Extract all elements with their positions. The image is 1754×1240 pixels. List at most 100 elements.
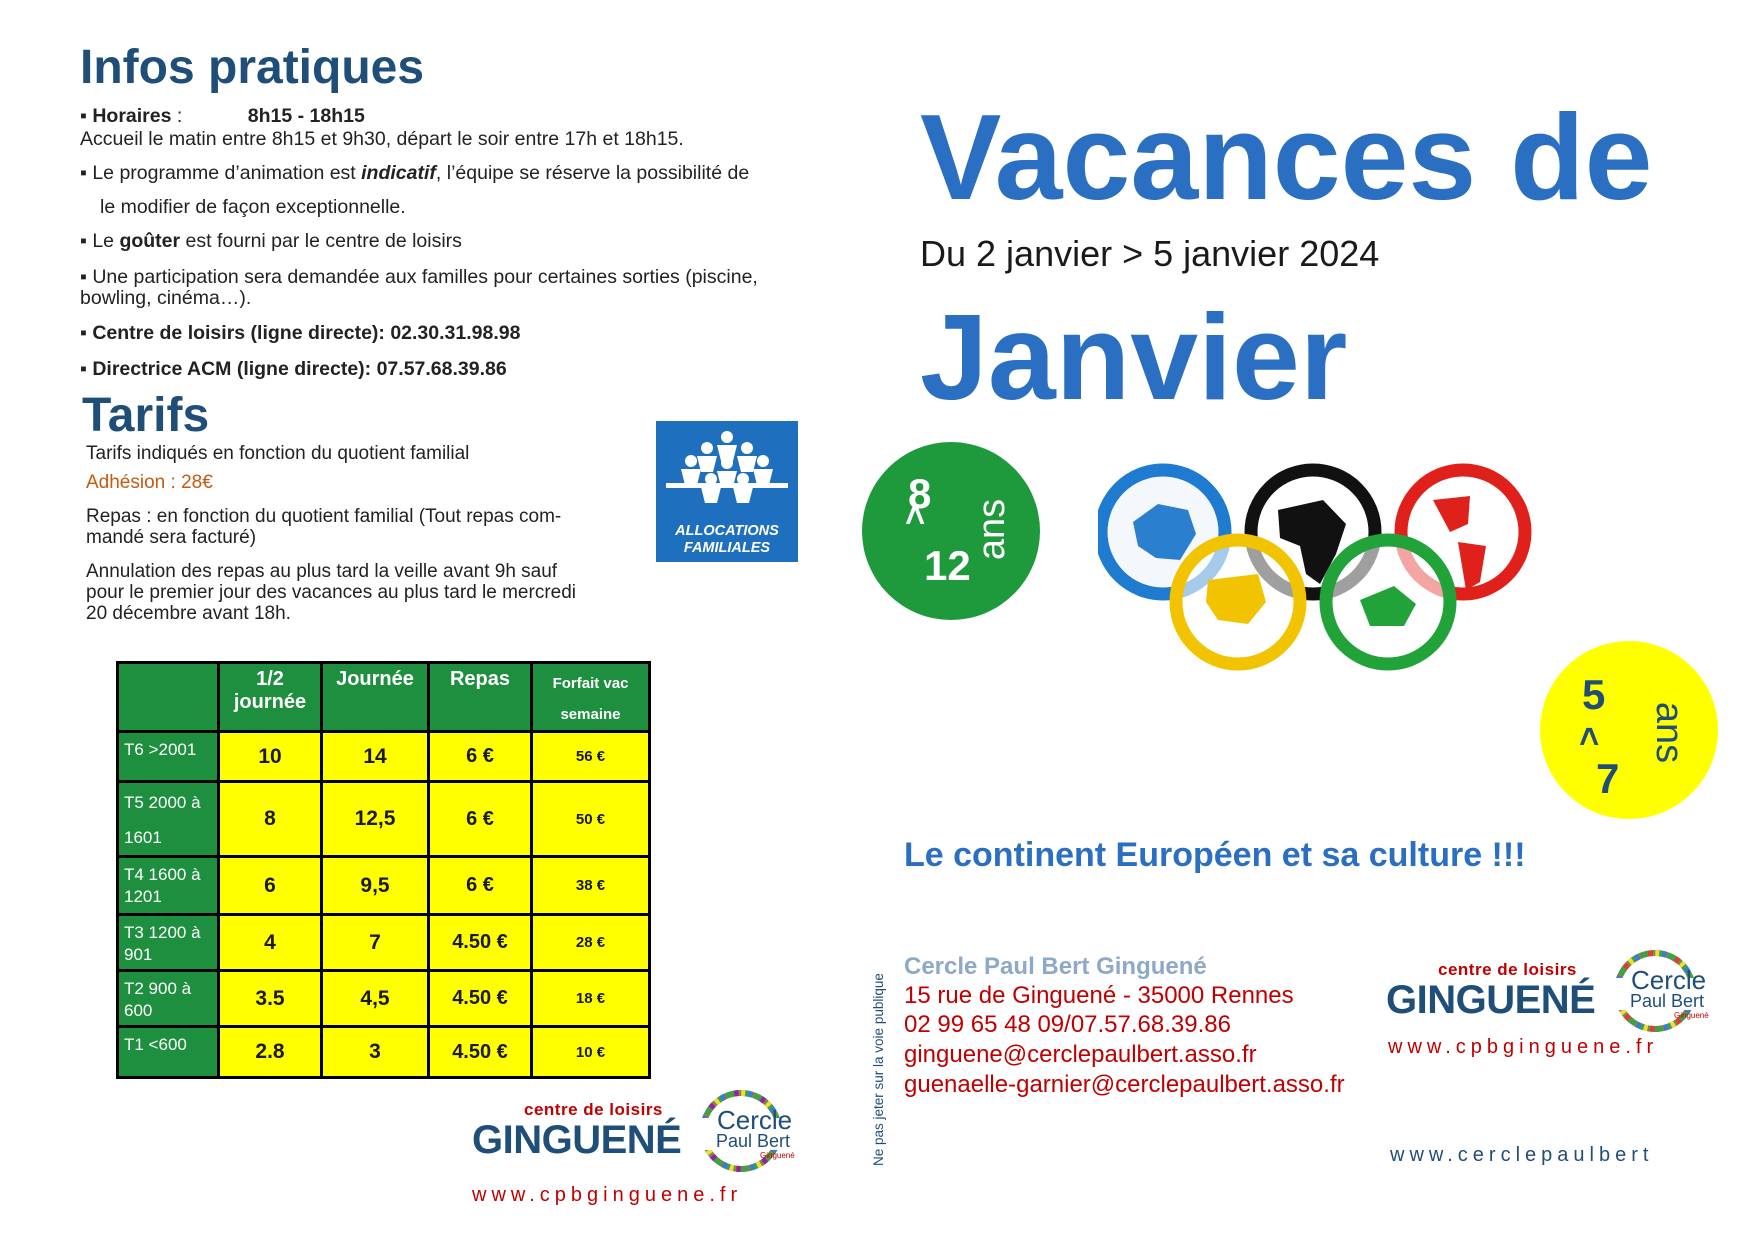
age-sep-younger: > bbox=[1570, 726, 1609, 747]
gouter-emphasis: goûter bbox=[119, 230, 181, 252]
row-label-line2: 1201 bbox=[124, 887, 162, 906]
tarifs-table: 1/2 journée Journée Repas Forfait vac se… bbox=[116, 661, 651, 1079]
vertical-note: Ne pas jeter sur la voie publique bbox=[871, 973, 886, 1166]
infos-title: Infos pratiques bbox=[80, 41, 425, 94]
row-label-line1: T2 900 à bbox=[124, 979, 192, 998]
age-badge-8-12: > 8 12 ans bbox=[862, 442, 1040, 620]
contact-name: Cercle Paul Bert Ginguené bbox=[904, 953, 1207, 980]
age-unit-older: ans bbox=[971, 498, 1014, 561]
cell-repas: 6 € bbox=[427, 730, 533, 783]
cell-demi: 2.8 bbox=[217, 1025, 323, 1079]
cell-repas: 6 € bbox=[427, 780, 533, 858]
theme-text: Le continent Européen et sa culture !!! bbox=[904, 836, 1526, 874]
cell-journee: 14 bbox=[320, 730, 430, 783]
logo-ginguene-right: GINGUENÉ bbox=[1386, 978, 1596, 1022]
row-label: T3 1200 à 901 bbox=[116, 913, 220, 972]
tarifs-intro: Tarifs indiqués en fonction du quotient … bbox=[86, 443, 470, 464]
age-to-older: 12 bbox=[924, 542, 971, 589]
row-label: T4 1600 à 1201 bbox=[116, 855, 220, 916]
header-forfait-line2: semaine bbox=[560, 706, 621, 723]
repas-text-1: Repas : en fonction du quotient familial… bbox=[86, 506, 562, 527]
cell-journee: 7 bbox=[320, 913, 430, 972]
row-label: T2 900 à 600 bbox=[116, 969, 220, 1028]
cell-repas: 4.50 € bbox=[427, 1025, 533, 1079]
logo-ginguene: GINGUENÉ bbox=[472, 1118, 682, 1162]
hero-title-line2: Janvier bbox=[920, 289, 1348, 425]
programme-emphasis: indicatif bbox=[361, 162, 436, 184]
tarifs-title: Tarifs bbox=[82, 389, 210, 442]
horaires-value: 8h15 - 18h15 bbox=[247, 105, 365, 127]
row-label-line2: 600 bbox=[124, 1001, 153, 1020]
cell-repas: 4.50 € bbox=[427, 913, 533, 972]
cell-journee: 9,5 bbox=[320, 855, 430, 916]
logo-ginguene-small-right: Ginguené bbox=[1674, 1011, 1709, 1020]
cell-repas: 4.50 € bbox=[427, 969, 533, 1028]
programme-line: ▪ Le programme d’animation est indicatif… bbox=[80, 162, 749, 184]
cell-forfait: 56 € bbox=[530, 730, 651, 783]
table-header-empty bbox=[116, 661, 220, 733]
annulation-text-2: pour le premier jour des vacances au plu… bbox=[86, 582, 577, 603]
logo-ginguene-small: Ginguené bbox=[760, 1151, 795, 1160]
row-label-line2: 901 bbox=[124, 945, 153, 964]
gouter-text-a: ▪ Le bbox=[80, 230, 120, 252]
cell-demi: 3.5 bbox=[217, 969, 323, 1028]
logo-paul-bert-right: Paul Bert bbox=[1630, 991, 1705, 1011]
table-row: T4 1600 à 1201 6 9,5 6 € 38 € bbox=[116, 855, 651, 916]
row-label: T6 >2001 bbox=[116, 730, 220, 783]
logo-website-link[interactable]: www.cpbginguene.fr bbox=[472, 1184, 742, 1207]
repas-text-2: mandé sera facturé) bbox=[86, 527, 257, 548]
header-demi-line1: 1/2 bbox=[256, 668, 284, 690]
table-header-repas: Repas bbox=[427, 661, 533, 733]
age-to-younger: 7 bbox=[1596, 755, 1620, 802]
cell-repas: 6 € bbox=[427, 855, 533, 916]
contact-email-2[interactable]: guenaelle-garnier@cerclepaulbert.asso.fr bbox=[904, 1071, 1345, 1099]
cell-forfait: 28 € bbox=[530, 913, 651, 972]
horaires-colon: : bbox=[171, 105, 183, 127]
table-row: T1 <600 2.8 3 4.50 € 10 € bbox=[116, 1025, 651, 1079]
table-header-forfait: Forfait vac semaine bbox=[530, 661, 651, 733]
header-demi-line2: journée bbox=[233, 691, 307, 713]
annulation-text-1: Annulation des repas au plus tard la vei… bbox=[86, 561, 558, 582]
row-label-line1: T4 1600 à bbox=[124, 865, 201, 884]
caf-logo-text: ALLOCATIONS FAMILIALES bbox=[656, 523, 798, 557]
logo-website-link-right[interactable]: www.cpbginguene.fr bbox=[1388, 1036, 1658, 1059]
cell-forfait: 10 € bbox=[530, 1025, 651, 1079]
age-from-younger: 5 bbox=[1582, 671, 1606, 718]
hero-title-line1: Vacances de bbox=[920, 89, 1653, 225]
centre-phone: ▪ Centre de loisirs (ligne directe): 02.… bbox=[80, 322, 521, 344]
caf-people-icon bbox=[666, 431, 788, 503]
logo-centre-de-loisirs: centre de loisirs bbox=[524, 1100, 663, 1119]
age-badge-5-7: > 5 7 ans bbox=[1540, 641, 1718, 819]
caf-logo-line1: ALLOCATIONS bbox=[675, 523, 779, 539]
contact-email-1[interactable]: ginguene@cerclepaulbert.asso.fr bbox=[904, 1041, 1257, 1069]
row-label-line1: T6 >2001 bbox=[124, 740, 197, 759]
programme-line-2: le modifier de façon exceptionnelle. bbox=[100, 196, 406, 218]
accueil-text: Accueil le matin entre 8h15 et 9h30, dép… bbox=[80, 128, 684, 150]
table-header-journee: Journée bbox=[320, 661, 430, 733]
gouter-text-c: est fourni par le centre de loisirs bbox=[180, 230, 462, 252]
table-header-demi: 1/2 journée bbox=[217, 661, 323, 733]
participation-line-2: bowling, cinéma…). bbox=[80, 287, 252, 309]
table-row: T5 2000 à 1601 8 12,5 6 € 50 € bbox=[116, 780, 651, 858]
table-row: T6 >2001 10 14 6 € 56 € bbox=[116, 730, 651, 783]
age-badge-8-12-content: > 8 12 ans bbox=[862, 442, 1040, 620]
age-from-older: 8 bbox=[908, 470, 932, 517]
cell-forfait: 18 € bbox=[530, 969, 651, 1028]
row-label-line2: 1601 bbox=[124, 828, 162, 847]
hero-dates: Du 2 janvier > 5 janvier 2024 bbox=[920, 233, 1380, 274]
contact-phones: 02 99 65 48 09/07.57.68.39.86 bbox=[904, 1011, 1231, 1038]
cell-demi: 4 bbox=[217, 913, 323, 972]
website-cerclepaulbert[interactable]: www.cerclepaulbert bbox=[1390, 1144, 1653, 1167]
cell-journee: 3 bbox=[320, 1025, 430, 1079]
table-row: T3 1200 à 901 4 7 4.50 € 28 € bbox=[116, 913, 651, 972]
cell-demi: 10 bbox=[217, 730, 323, 783]
row-label: T5 2000 à 1601 bbox=[116, 780, 220, 858]
participation-line-1: ▪ Une participation sera demandée aux fa… bbox=[80, 266, 758, 288]
age-unit-younger: ans bbox=[1648, 701, 1691, 764]
horaires-line: ▪ Horaires : 8h15 - 18h15 bbox=[80, 105, 365, 127]
gouter-line: ▪ Le goûter est fourni par le centre de … bbox=[80, 230, 462, 252]
cell-forfait: 38 € bbox=[530, 855, 651, 916]
row-label: T1 <600 bbox=[116, 1025, 220, 1079]
age-badge-5-7-content: > 5 7 ans bbox=[1540, 641, 1718, 819]
table-row: T2 900 à 600 3.5 4,5 4.50 € 18 € bbox=[116, 969, 651, 1028]
